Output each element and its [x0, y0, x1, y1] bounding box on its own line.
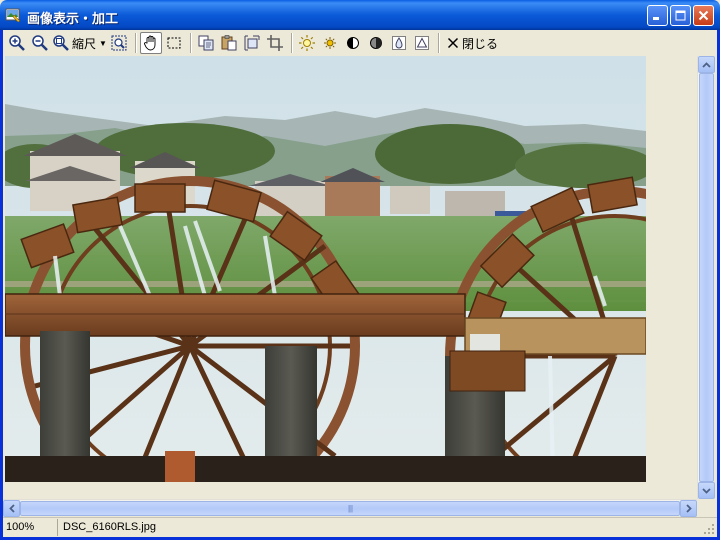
crop-icon	[266, 35, 283, 51]
copy-icon	[198, 35, 214, 51]
rectangle-select-button[interactable]	[163, 32, 185, 54]
maximize-icon	[675, 10, 686, 21]
close-x-icon	[447, 37, 458, 49]
fit-to-window-button[interactable]	[108, 32, 130, 54]
paste-icon	[221, 35, 237, 51]
hand-pan-button[interactable]	[139, 32, 162, 54]
window-title: 画像表示・加工	[27, 12, 119, 27]
contrast-up-button[interactable]	[342, 32, 364, 54]
image-viewer-icon	[5, 8, 21, 23]
minimize-button[interactable]	[647, 5, 668, 26]
chevron-left-icon	[8, 504, 15, 513]
toolbar-separator	[437, 33, 439, 53]
zoom-scale-menu[interactable]: 縮尺 ▼	[52, 32, 107, 54]
scroll-grip-icon: ||||	[347, 504, 353, 513]
fit-to-window-icon	[111, 35, 127, 51]
zoom-out-button[interactable]	[29, 32, 51, 54]
horizontal-scroll-thumb[interactable]: ||||	[20, 501, 680, 516]
toolbar-separator	[290, 33, 292, 53]
horizontal-scrollbar[interactable]: ||||	[3, 499, 697, 517]
resize-button[interactable]	[241, 32, 263, 54]
scroll-left-button[interactable]	[3, 500, 20, 517]
sharpen-icon	[414, 36, 429, 50]
toolbar: 縮尺 ▼ 閉じる	[3, 30, 717, 56]
paste-button[interactable]	[218, 32, 240, 54]
scrollbar-corner	[697, 499, 714, 516]
chevron-down-icon	[702, 487, 711, 494]
saturation-button[interactable]	[388, 32, 410, 54]
zoom-menu-label: 縮尺	[72, 36, 97, 51]
scroll-right-button[interactable]	[680, 500, 697, 517]
status-zoom: 100%	[3, 519, 58, 536]
close-image-button[interactable]: 閉じる	[443, 32, 501, 54]
toolbar-separator	[189, 33, 191, 53]
scroll-up-button[interactable]	[698, 56, 715, 73]
close-image-label: 閉じる	[461, 36, 498, 51]
vertical-scroll-thumb[interactable]	[699, 73, 714, 482]
hand-pan-icon	[143, 35, 156, 51]
zoom-menu-icon	[53, 35, 69, 51]
copy-button[interactable]	[195, 32, 217, 54]
zoom-out-icon	[32, 35, 48, 51]
brightness-down-button[interactable]	[319, 32, 341, 54]
vertical-scrollbar[interactable]	[697, 56, 715, 499]
chevron-right-icon	[685, 504, 692, 513]
chevron-up-icon	[702, 61, 711, 68]
chevron-down-icon: ▼	[99, 38, 107, 48]
resize-icon	[244, 35, 260, 51]
contrast-down-icon	[369, 37, 382, 49]
image-viewport[interactable]	[3, 56, 697, 499]
minimize-icon	[653, 17, 659, 20]
zoom-in-button[interactable]	[6, 32, 28, 54]
close-button[interactable]	[693, 5, 714, 26]
rectangle-select-icon	[167, 37, 181, 49]
title-bar[interactable]: 画像表示・加工	[0, 0, 720, 30]
size-grip-icon[interactable]	[703, 523, 715, 535]
close-icon	[698, 10, 709, 21]
scroll-down-button[interactable]	[698, 482, 715, 499]
brightness-up-icon	[298, 35, 315, 51]
brightness-down-icon	[323, 37, 336, 49]
waterwheel-photo	[5, 56, 646, 482]
sharpen-button[interactable]	[411, 32, 433, 54]
contrast-up-icon	[346, 37, 359, 49]
brightness-up-button[interactable]	[296, 32, 318, 54]
status-filename: DSC_6160RLS.jpg	[63, 521, 156, 533]
status-bar: 100% DSC_6160RLS.jpg	[3, 517, 717, 537]
crop-button[interactable]	[264, 32, 286, 54]
toolbar-separator	[134, 33, 136, 53]
contrast-down-button[interactable]	[365, 32, 387, 54]
zoom-in-icon	[9, 35, 25, 51]
saturation-icon	[391, 36, 406, 50]
maximize-button[interactable]	[670, 5, 691, 26]
